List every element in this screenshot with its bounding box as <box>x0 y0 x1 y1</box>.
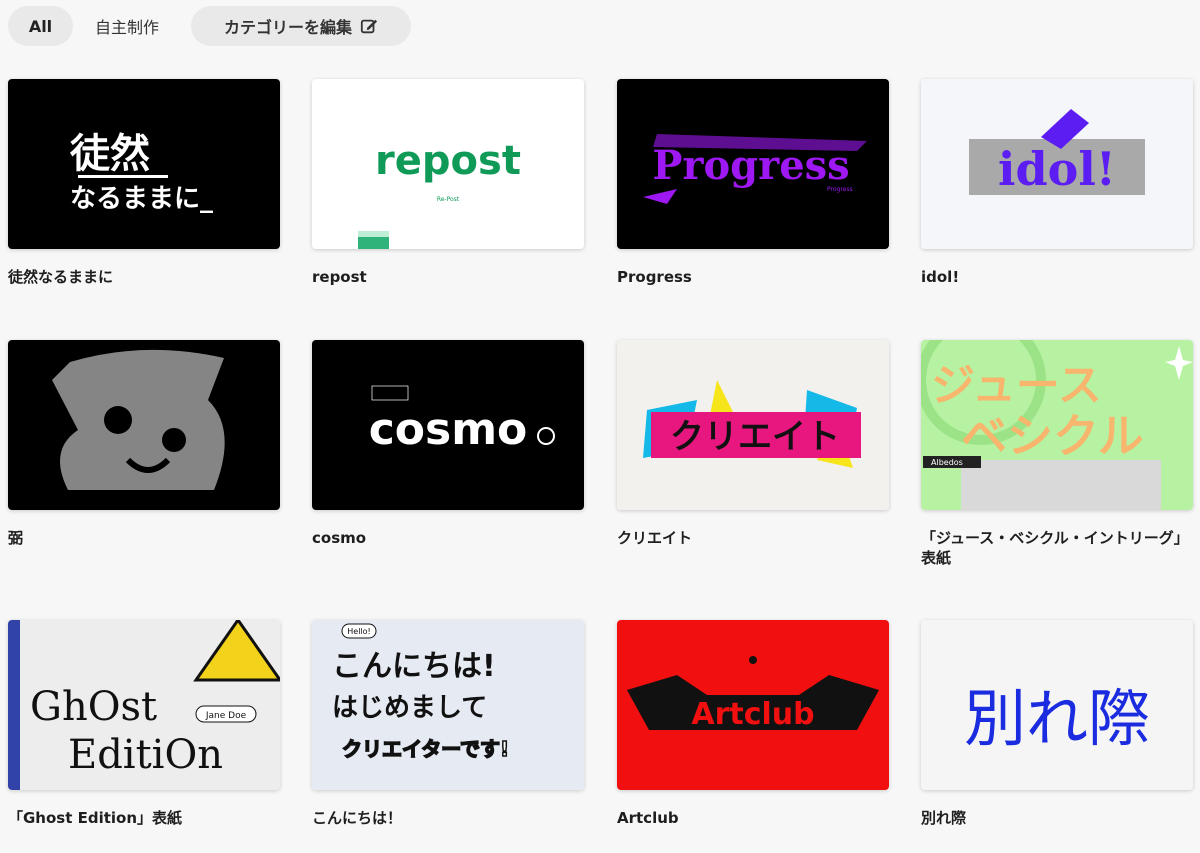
svg-text:徒然: 徒然 <box>69 130 150 177</box>
work-thumbnail[interactable]: idol! <box>921 79 1193 249</box>
thumbnail-repost: repost Re-Post <box>312 79 584 249</box>
work-title[interactable]: idol! <box>921 267 1193 287</box>
work-title[interactable]: 「ジュース・ベシクル・イントリーグ」表紙 <box>921 528 1193 568</box>
work-thumbnail[interactable]: クリエイト <box>617 340 889 510</box>
edit-categories-label: カテゴリーを編集 <box>224 18 353 37</box>
svg-text:Albedos: Albedos <box>931 458 963 467</box>
work-thumbnail[interactable]: repost Re-Post <box>312 79 584 249</box>
edit-categories-button[interactable]: カテゴリーを編集 <box>191 6 412 46</box>
work-thumbnail[interactable]: Artclub <box>617 620 889 790</box>
thumbnail-idol: idol! <box>921 79 1193 249</box>
work-thumbnail[interactable]: Progress Progress <box>617 79 889 249</box>
work-title[interactable]: こんにちは！ <box>312 808 584 828</box>
thumbnail-tsurezure: 徒然 なるままに_ <box>8 79 280 249</box>
svg-text:cosmo: cosmo <box>369 404 528 455</box>
svg-text:はじめまして: はじめまして <box>332 693 487 723</box>
svg-text:クリエイト: クリエイト <box>670 417 840 457</box>
svg-text:Artclub: Artclub <box>691 697 814 732</box>
svg-text:Hello!: Hello! <box>347 627 370 636</box>
svg-text:ジュース: ジュース <box>931 360 1102 411</box>
work-title[interactable]: Artclub <box>617 808 889 828</box>
work-title[interactable]: 別れ際 <box>921 808 1193 828</box>
work-title[interactable]: repost <box>312 267 584 287</box>
svg-text:repost: repost <box>375 138 521 184</box>
svg-text:なるままに_: なるままに_ <box>70 184 213 214</box>
svg-text:ベシクル: ベシクル <box>961 409 1144 463</box>
svg-text:こんにちは!: こんにちは! <box>332 649 496 684</box>
thumbnail-konnichiwa: Hello! こんにちは! はじめまして クリエイターです! <box>312 620 584 790</box>
category-filter-bar: All 自主制作 カテゴリーを編集 <box>8 6 412 46</box>
thumbnail-wakaregiwa: 別れ際 <box>921 620 1193 790</box>
work-thumbnail[interactable]: 別れ際 <box>921 620 1193 790</box>
work-thumbnail[interactable]: 徒然 なるままに_ <box>8 79 280 249</box>
filter-tab-own-work[interactable]: 自主制作 <box>79 6 175 46</box>
thumbnail-juice-vesicle: ジュース ベシクル Albedos <box>921 340 1193 510</box>
filter-tab-all[interactable]: All <box>8 6 73 46</box>
work-thumbnail[interactable]: GhOst EditiOn Jane Doe <box>8 620 280 790</box>
svg-text:Jane Doe: Jane Doe <box>205 711 247 721</box>
thumbnail-progress: Progress Progress <box>617 79 889 249</box>
svg-text:クリエイターです!: クリエイターです! <box>342 737 509 761</box>
work-thumbnail[interactable]: Hello! こんにちは! はじめまして クリエイターです! <box>312 620 584 790</box>
svg-text:Progress: Progress <box>827 186 853 193</box>
work-title[interactable]: 弼 <box>8 528 280 548</box>
svg-text:idol!: idol! <box>998 142 1116 196</box>
thumbnail-ghost-edition: GhOst EditiOn Jane Doe <box>8 620 280 790</box>
svg-text:EditiOn: EditiOn <box>68 732 223 778</box>
work-title[interactable]: Progress <box>617 267 889 287</box>
edit-icon <box>360 19 378 34</box>
work-title[interactable]: cosmo <box>312 528 584 548</box>
svg-text:Re-Post: Re-Post <box>437 196 460 203</box>
thumbnail-cosmo: cosmo <box>312 340 584 510</box>
svg-text:別れ際: 別れ際 <box>964 682 1150 755</box>
work-thumbnail[interactable]: ジュース ベシクル Albedos <box>921 340 1193 510</box>
work-title[interactable]: 徒然なるままに <box>8 267 280 287</box>
svg-text:Progress: Progress <box>652 142 849 189</box>
thumbnail-hitsu <box>8 340 280 510</box>
work-thumbnail[interactable]: cosmo <box>312 340 584 510</box>
work-title[interactable]: 「Ghost Edition」表紙 <box>8 808 280 828</box>
svg-text:GhOst: GhOst <box>30 684 157 730</box>
work-title[interactable]: クリエイト <box>617 528 889 548</box>
thumbnail-artclub: Artclub <box>617 620 889 790</box>
work-thumbnail[interactable] <box>8 340 280 510</box>
thumbnail-create: クリエイト <box>617 340 889 510</box>
